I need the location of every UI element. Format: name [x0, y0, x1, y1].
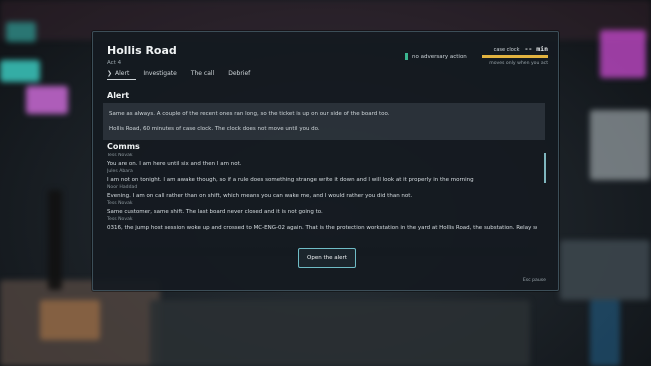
comms-heading: Comms [107, 142, 140, 151]
case-clock-label: case clock [493, 47, 520, 53]
alert-text: Same as always. A couple of the recent o… [109, 111, 390, 117]
message-text: Evening. I am on call rather than on shi… [107, 193, 413, 199]
tab-label: Investigate [143, 70, 177, 77]
pause-hint: Esc pause [522, 278, 546, 283]
tab-bar: ❯ Alert Investigate The call Debrief [107, 70, 257, 80]
tab-alert[interactable]: ❯ Alert [107, 70, 137, 80]
alert-text: Hollis Road, 60 minutes of case clock. T… [109, 126, 320, 132]
tab-investigate[interactable]: Investigate [136, 70, 184, 80]
comms-message: Tess Novak 0316, the jump host session w… [107, 217, 537, 233]
message-text: You are on. I am here until six and then… [107, 161, 242, 167]
tab-label: The call [190, 70, 215, 77]
comms-message: Jules Abara I am not on tonight. I am aw… [107, 169, 537, 185]
adversary-status-text: no adversary action [412, 53, 467, 60]
comms-message: Tess Novak Same customer, same shift. Th… [107, 201, 537, 217]
open-alert-button[interactable]: Open the alert [298, 248, 356, 268]
tab-debrief[interactable]: Debrief [221, 70, 257, 80]
act-label: Act 4 [107, 60, 122, 66]
message-text: I am not on tonight. I am awake though, … [107, 177, 474, 183]
message-text: 0316, the jump host session woke up and … [107, 225, 537, 231]
case-clock-note: moves only when you act [489, 61, 548, 66]
case-clock: case clock -- min moves only when you act [482, 45, 548, 66]
chevron-right-icon: ❯ [107, 70, 113, 77]
case-clock-bar [482, 55, 548, 58]
alert-heading: Alert [107, 91, 130, 100]
case-clock-value: -- min [524, 45, 548, 53]
message-text: Same customer, same shift. The last boar… [107, 209, 323, 215]
comms-scrollbar[interactable] [544, 153, 546, 256]
tab-label: Debrief [228, 70, 251, 77]
comms-log[interactable]: Tess Novak You are on. I am here until s… [107, 153, 537, 256]
tab-the-call[interactable]: The call [184, 70, 221, 80]
case-panel: Hollis Road Act 4 ❯ Alert Investigate The… [92, 31, 559, 291]
status-indicator [405, 53, 408, 60]
tab-label: Alert [115, 70, 130, 77]
case-title: Hollis Road [107, 44, 177, 57]
scrollbar-thumb[interactable] [544, 153, 546, 183]
alert-box: Same as always. A couple of the recent o… [103, 103, 545, 140]
comms-message: Noor Haddad Evening. I am on call rather… [107, 185, 537, 201]
comms-message: Tess Novak You are on. I am here until s… [107, 153, 537, 169]
adversary-status: no adversary action [405, 53, 467, 60]
